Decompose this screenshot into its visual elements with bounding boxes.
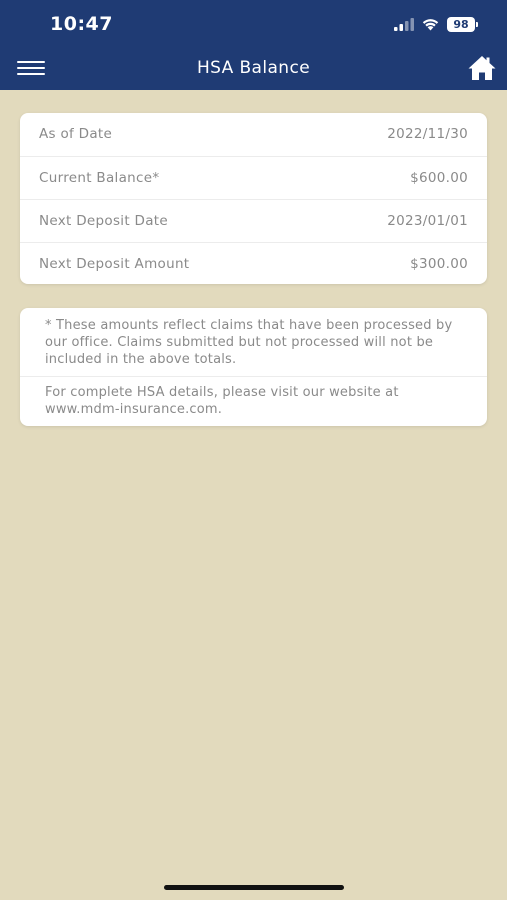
page-title: HSA Balance — [196, 58, 311, 78]
battery-icon: 98 — [447, 16, 478, 32]
notes-card: * These amounts reflect claims that have… — [20, 308, 487, 426]
row-label: As of Date — [39, 126, 113, 142]
row-value: $600.00 — [410, 170, 468, 186]
balance-row-next-deposit-date: Next Deposit Date 2023/01/01 — [20, 199, 487, 242]
disclaimer-note: * These amounts reflect claims that have… — [45, 318, 453, 367]
row-value: 2022/11/30 — [387, 126, 468, 142]
status-time: 10:47 — [50, 13, 113, 35]
nav-bar: HSA Balance — [0, 48, 507, 90]
home-indicator[interactable] — [164, 885, 344, 890]
home-icon[interactable] — [467, 54, 497, 82]
battery-level: 98 — [453, 17, 469, 31]
signal-icon — [394, 17, 414, 31]
row-label: Next Deposit Date — [39, 213, 169, 229]
balance-row-next-deposit-amount: Next Deposit Amount $300.00 — [20, 242, 487, 285]
wifi-icon — [422, 19, 439, 31]
balance-card: As of Date 2022/11/30 Current Balance* $… — [20, 113, 487, 284]
website-note: For complete HSA details, please visit o… — [45, 385, 399, 417]
status-bar: 10:47 98 — [0, 0, 507, 48]
row-label: Current Balance* — [39, 170, 160, 186]
notes-divider — [20, 376, 487, 377]
balance-row-current-balance: Current Balance* $600.00 — [20, 156, 487, 199]
row-value: $300.00 — [410, 256, 468, 272]
row-label: Next Deposit Amount — [39, 256, 190, 272]
status-icons: 98 — [394, 14, 478, 34]
app-header: 10:47 98 HSA Balance — [0, 0, 507, 90]
balance-row-as-of-date: As of Date 2022/11/30 — [20, 113, 487, 156]
row-value: 2023/01/01 — [387, 213, 468, 229]
